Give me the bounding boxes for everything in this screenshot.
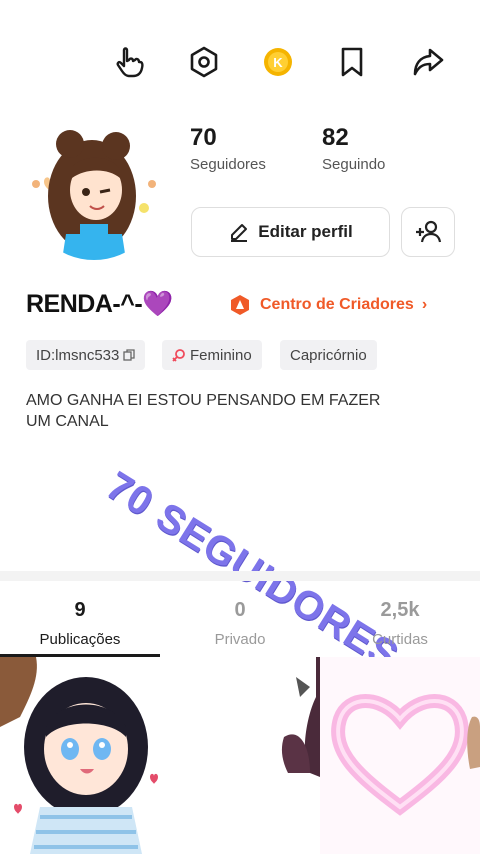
gender-tag-text: Feminino <box>190 346 252 364</box>
id-tag[interactable]: ID:lmsnc533 <box>26 340 146 370</box>
hand-pointer-glyph <box>116 47 144 78</box>
tab-count: 9 <box>74 599 86 621</box>
zodiac-tag: Capricórnio <box>280 340 377 370</box>
creator-badge-icon <box>231 295 249 315</box>
add-person-icon <box>416 220 442 243</box>
section-divider <box>0 571 480 581</box>
post-thumbnail[interactable] <box>160 657 320 854</box>
add-friend-button[interactable] <box>401 207 455 257</box>
coin-letter: K <box>273 55 283 70</box>
zodiac-tag-text: Capricórnio <box>290 346 367 364</box>
post-thumbnail-image <box>160 657 320 854</box>
tab-label: Curtidas <box>372 631 428 648</box>
edit-profile-button[interactable]: Editar perfil <box>191 207 390 257</box>
share-icon[interactable] <box>406 40 450 84</box>
avatar[interactable] <box>26 124 162 260</box>
hand-pointer-icon[interactable] <box>108 40 152 84</box>
post-thumbnail-image <box>0 657 160 854</box>
username-text: RENDA-^- <box>26 290 143 318</box>
edit-profile-label: Editar perfil <box>258 222 353 241</box>
content-tabs: 9 Publicações 0 Privado 2,5k Curtidas <box>0 583 480 657</box>
post-thumbnail[interactable] <box>320 657 480 854</box>
pencil-icon <box>231 224 248 242</box>
coin-icon[interactable]: K <box>256 40 300 84</box>
tab-count: 0 <box>234 599 246 621</box>
tab-curtidas[interactable]: 2,5k Curtidas <box>320 583 480 657</box>
tab-count: 2,5k <box>380 599 420 621</box>
bookmark-glyph <box>341 47 363 77</box>
avatar-illustration <box>26 124 162 260</box>
post-thumbnail-image <box>320 657 480 854</box>
tab-privado[interactable]: 0 Privado <box>160 583 320 657</box>
chevron-right-icon: › <box>421 296 428 313</box>
following-count: 82 <box>322 124 349 151</box>
following-stat[interactable]: 82 Seguindo <box>322 124 432 173</box>
top-toolbar: K <box>0 40 480 84</box>
creator-center-link[interactable]: Centro de Criadores › <box>228 293 427 317</box>
coin-glyph: K <box>264 48 292 76</box>
followers-count: 70 <box>190 124 217 151</box>
profile-stats: 70 Seguidores 82 Seguindo <box>190 124 460 184</box>
post-grid <box>0 657 480 854</box>
hexagon-settings-glyph <box>190 46 218 78</box>
username: RENDA-^-💜 <box>26 290 173 319</box>
tab-label: Publicações <box>39 631 121 648</box>
female-symbol-icon <box>172 349 185 362</box>
tab-label: Privado <box>214 631 266 648</box>
hexagon-settings-icon[interactable] <box>182 40 226 84</box>
copy-icon <box>123 349 136 361</box>
gender-tag: Feminino <box>162 340 262 370</box>
id-tag-text: ID:lmsnc533 <box>36 346 120 364</box>
tab-publicacoes[interactable]: 9 Publicações <box>0 583 160 657</box>
profile-bio: AMO GANHA EI ESTOU PENSANDO EM FAZER UM … <box>26 392 381 430</box>
followers-stat[interactable]: 70 Seguidores <box>190 124 300 173</box>
post-thumbnail[interactable] <box>0 657 160 854</box>
purple-heart-emoji: 💜 <box>142 290 173 318</box>
bookmark-icon[interactable] <box>330 40 374 84</box>
share-glyph <box>413 48 444 76</box>
creator-center-label: Centro de Criadores <box>260 296 414 313</box>
following-label: Seguindo <box>322 156 386 173</box>
followers-label: Seguidores <box>190 156 266 173</box>
